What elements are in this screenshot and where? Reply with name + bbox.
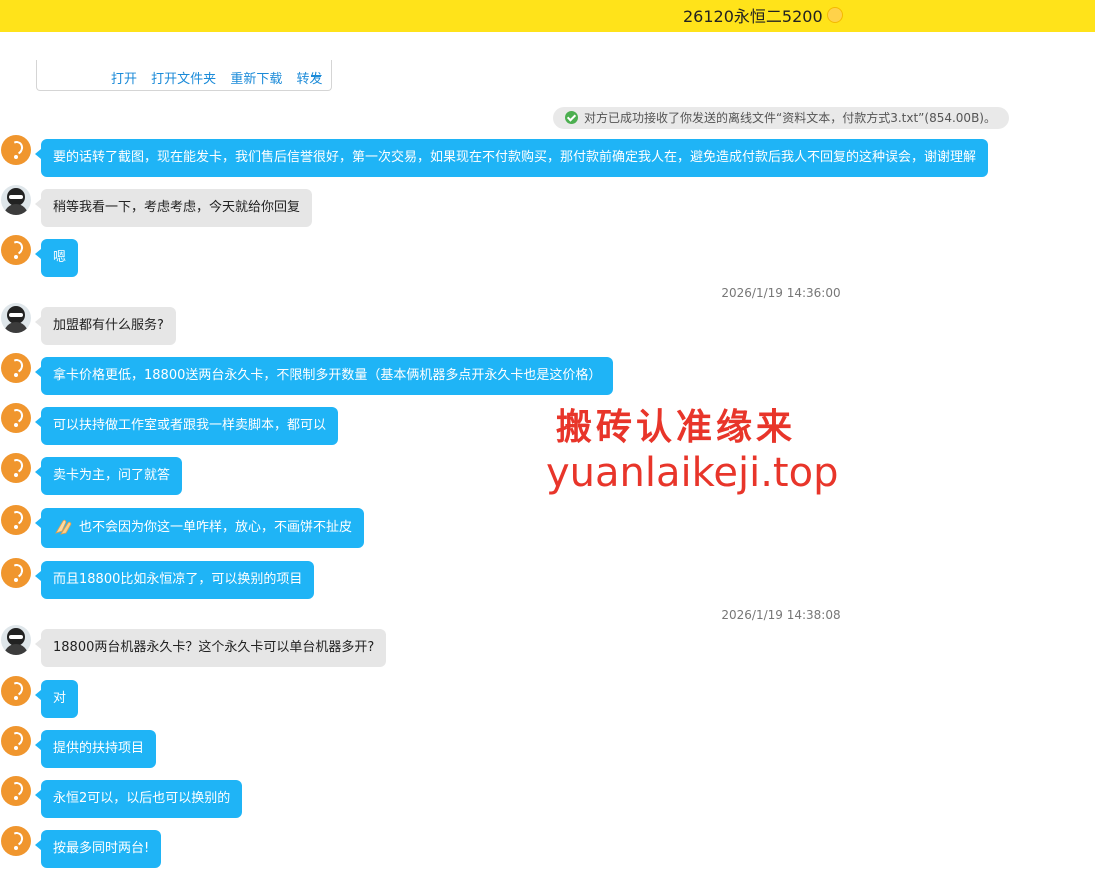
check-circle-icon [565, 111, 578, 124]
timestamp: 2026/1/19 14:36:00 [721, 286, 841, 300]
my-avatar[interactable] [1, 776, 31, 806]
message-bubble[interactable]: 加盟都有什么服务? [35, 307, 176, 345]
message-bubble[interactable]: 也不会因为你这一单咋样，放心，不画饼不扯皮 [34, 508, 365, 548]
message-bubble[interactable]: 嗯 [34, 239, 79, 277]
my-avatar[interactable] [1, 676, 31, 706]
star-icon [826, 7, 843, 23]
contact-avatar[interactable] [1, 625, 31, 655]
message-bubble[interactable]: 提供的扶持项目 [34, 730, 157, 768]
contact-avatar[interactable] [1, 185, 31, 215]
my-avatar[interactable] [1, 505, 31, 535]
timestamp: 2026/1/19 14:38:08 [721, 608, 841, 622]
message-bubble[interactable]: 卖卡为主，问了就答 [34, 457, 183, 495]
message-bubble[interactable]: 18800两台机器永久卡？这个永久卡可以单台机器多开? [34, 629, 387, 667]
my-avatar[interactable] [1, 235, 31, 265]
more-menu-icon[interactable] [311, 75, 321, 77]
message-bubble[interactable]: 按最多同时两台! [34, 830, 162, 868]
my-avatar[interactable] [1, 826, 31, 856]
file-transfer-card: 打开 打开文件夹 重新下载 转发 [36, 60, 332, 91]
message-bubble[interactable]: 永恒2可以，以后也可以换别的 [34, 780, 243, 818]
my-avatar[interactable] [1, 453, 31, 483]
chat-title: 26120永恒二5200 [683, 3, 843, 27]
my-avatar[interactable] [1, 726, 31, 756]
my-avatar[interactable] [1, 135, 31, 165]
my-avatar[interactable] [1, 558, 31, 588]
message-bubble[interactable]: 对 [34, 680, 79, 718]
open-folder-link[interactable]: 打开文件夹 [151, 72, 216, 87]
redownload-link[interactable]: 重新下载 [230, 72, 282, 87]
system-notice: 对方已成功接收了你发送的离线文件“资料文本，付款方式3.txt”(854.00B… [553, 107, 1009, 129]
message-bubble[interactable]: 稍等我看一下，考虑考虑，今天就给你回复 [34, 189, 313, 227]
watermark-url: yuanlaikeji.top [546, 450, 839, 496]
my-avatar[interactable] [1, 353, 31, 383]
message-bubble[interactable]: 可以扶持做工作室或者跟我一样卖脚本，都可以 [34, 407, 339, 445]
contact-avatar[interactable] [1, 303, 31, 333]
message-bubble[interactable]: 拿卡价格更低，18800送两台永久卡，不限制多开数量（基本俩机器多点开永久卡也是… [34, 357, 614, 395]
praying-hands-icon [55, 519, 72, 535]
open-file-link[interactable]: 打开 [111, 72, 137, 87]
message-bubble[interactable]: 而且18800比如永恒凉了，可以换别的项目 [34, 561, 315, 599]
message-bubble[interactable]: 要的话转了截图，现在能发卡，我们售后信誉很好，第一次交易，如果现在不付款购买，那… [34, 139, 989, 177]
chat-title-bar: 26120永恒二5200 [0, 0, 1095, 32]
watermark-text: 搬砖认准缘来 [556, 406, 797, 448]
my-avatar[interactable] [1, 403, 31, 433]
